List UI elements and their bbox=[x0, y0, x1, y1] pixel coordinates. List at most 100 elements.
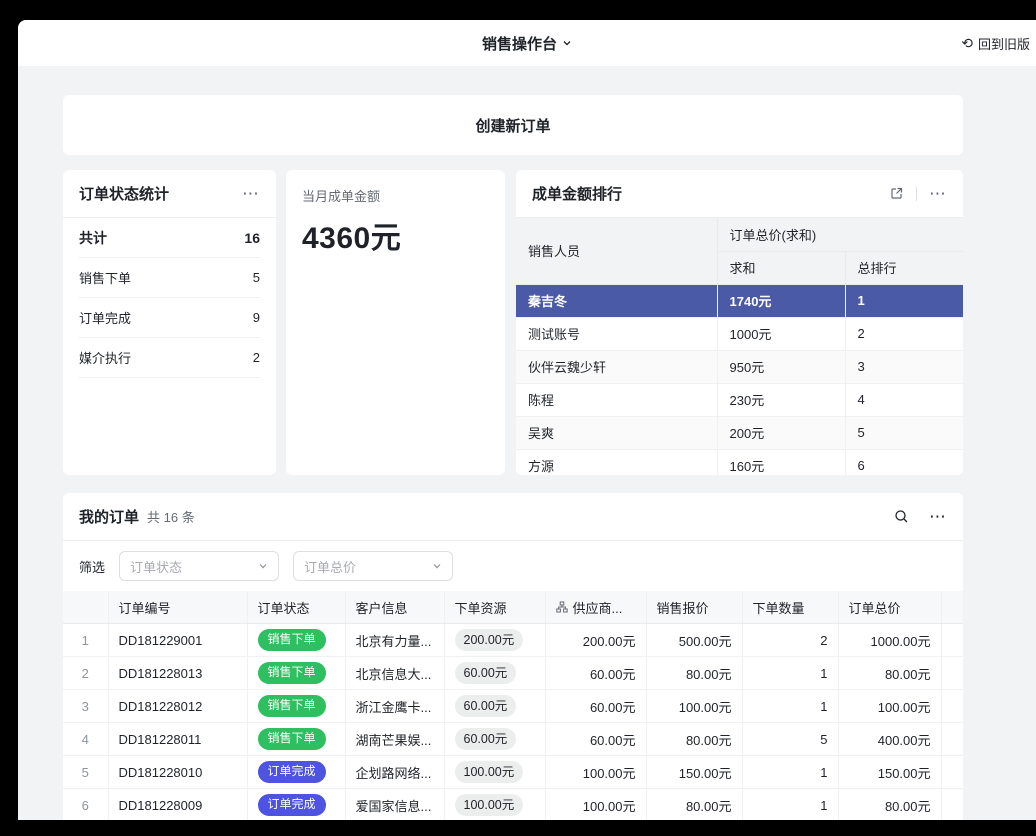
more-icon[interactable]: ⋯ bbox=[929, 185, 947, 202]
sales-quote: 80.00元 bbox=[646, 723, 742, 756]
resource-cell: 60.00元 bbox=[444, 723, 545, 756]
status-cell: 销售下单 bbox=[247, 690, 345, 723]
order-no: DD181228013 bbox=[108, 657, 247, 690]
order-qty: 1 bbox=[742, 690, 838, 723]
status-label: 订单完成 bbox=[79, 308, 131, 327]
filter-label: 筛选 bbox=[79, 557, 105, 576]
person-name: 测试账号 bbox=[516, 317, 717, 350]
filter-order-status-select[interactable]: 订单状态 bbox=[119, 551, 279, 581]
ranking-row[interactable]: 秦吉冬 1740元 1 bbox=[516, 284, 963, 317]
back-link-label: 回到旧版 bbox=[978, 34, 1030, 53]
amount-title: 当月成单金额 bbox=[302, 186, 489, 205]
col-header-extra bbox=[941, 591, 963, 624]
col-header-total: 订单总价 bbox=[838, 591, 941, 624]
order-qty: 1 bbox=[742, 657, 838, 690]
col-header-quote: 销售报价 bbox=[646, 591, 742, 624]
order-row[interactable]: 3 DD181228012 销售下单 浙江金鹰卡... 60.00元 60.00… bbox=[63, 690, 963, 723]
supplier-price: 200.00元 bbox=[545, 624, 646, 657]
status-value: 2 bbox=[253, 350, 260, 365]
col-header-row-number bbox=[63, 591, 108, 624]
back-to-old-version-link[interactable]: ⟲ 回到旧版 bbox=[961, 20, 1030, 66]
row-number: 1 bbox=[63, 624, 108, 657]
status-cell: 订单完成 bbox=[247, 789, 345, 821]
col-header-total-group: 订单总价(求和) bbox=[717, 218, 963, 251]
sales-quote: 100.00元 bbox=[646, 690, 742, 723]
status-badge: 订单完成 bbox=[258, 761, 326, 783]
order-row[interactable]: 6 DD181228009 订单完成 爱国家信息... 100.00元 100.… bbox=[63, 789, 963, 821]
col-header-qty: 下单数量 bbox=[742, 591, 838, 624]
more-icon[interactable]: ⋯ bbox=[242, 185, 260, 202]
col-header-rank: 总排行 bbox=[845, 251, 963, 284]
status-cell: 销售下单 bbox=[247, 657, 345, 690]
resource-pill: 100.00元 bbox=[455, 794, 524, 816]
search-icon[interactable] bbox=[894, 509, 909, 524]
resource-cell: 60.00元 bbox=[444, 657, 545, 690]
sales-quote: 80.00元 bbox=[646, 789, 742, 821]
status-row[interactable]: 订单完成 9 bbox=[79, 298, 260, 338]
status-label: 销售下单 bbox=[79, 268, 131, 287]
person-rank: 3 bbox=[845, 350, 963, 383]
person-sum: 230元 bbox=[717, 383, 845, 416]
customer: 浙江金鹰卡... bbox=[345, 690, 444, 723]
order-total: 1000.00元 bbox=[838, 624, 941, 657]
resource-pill: 60.00元 bbox=[455, 662, 517, 684]
divider bbox=[916, 187, 917, 201]
ranking-row[interactable]: 方源 160元 6 bbox=[516, 449, 963, 475]
col-header-status: 订单状态 bbox=[247, 591, 345, 624]
ranking-row[interactable]: 测试账号 1000元 2 bbox=[516, 317, 963, 350]
order-row[interactable]: 4 DD181228011 销售下单 湖南芒果娱... 60.00元 60.00… bbox=[63, 723, 963, 756]
order-qty: 1 bbox=[742, 789, 838, 821]
supplier-price: 100.00元 bbox=[545, 756, 646, 789]
status-list: 共计 16 销售下单 5 订单完成 9 媒介执行 2 bbox=[63, 218, 276, 378]
resource-pill: 60.00元 bbox=[455, 695, 517, 717]
status-badge: 订单完成 bbox=[258, 794, 326, 816]
order-row[interactable]: 1 DD181229001 销售下单 北京有力量... 200.00元 200.… bbox=[63, 624, 963, 657]
sales-quote: 150.00元 bbox=[646, 756, 742, 789]
order-no: DD181228009 bbox=[108, 789, 247, 821]
status-cell: 订单完成 bbox=[247, 756, 345, 789]
status-row-total[interactable]: 共计 16 bbox=[79, 218, 260, 258]
page-title: 销售操作台 bbox=[482, 33, 557, 54]
status-badge: 销售下单 bbox=[258, 662, 326, 684]
customer: 湖南芒果娱... bbox=[345, 723, 444, 756]
export-icon[interactable] bbox=[889, 186, 904, 201]
supplier-price: 60.00元 bbox=[545, 657, 646, 690]
more-icon[interactable]: ⋯ bbox=[929, 508, 947, 525]
filter-order-total-select[interactable]: 订单总价 bbox=[293, 551, 453, 581]
order-total: 400.00元 bbox=[838, 723, 941, 756]
orders-table: 订单编号 订单状态 客户信息 下单资源 供应商... 销售报价 下单数量 bbox=[63, 591, 963, 820]
status-row[interactable]: 媒介执行 2 bbox=[79, 338, 260, 378]
supplier-price: 60.00元 bbox=[545, 690, 646, 723]
person-sum: 1000元 bbox=[717, 317, 845, 350]
status-value: 5 bbox=[253, 270, 260, 285]
status-row[interactable]: 销售下单 5 bbox=[79, 258, 260, 298]
customer: 爱国家信息... bbox=[345, 789, 444, 821]
col-header-person: 销售人员 bbox=[516, 218, 717, 284]
card-title: 成单金额排行 bbox=[532, 183, 622, 204]
extra-cell bbox=[941, 789, 963, 821]
order-qty: 1 bbox=[742, 756, 838, 789]
person-sum: 200元 bbox=[717, 416, 845, 449]
person-sum: 160元 bbox=[717, 449, 845, 475]
col-header-supplier: 供应商... bbox=[545, 591, 646, 624]
customer: 北京信息大... bbox=[345, 657, 444, 690]
order-row[interactable]: 2 DD181228013 销售下单 北京信息大... 60.00元 60.00… bbox=[63, 657, 963, 690]
resource-cell: 200.00元 bbox=[444, 624, 545, 657]
resource-pill: 60.00元 bbox=[455, 728, 517, 750]
create-order-label: 创建新订单 bbox=[475, 115, 550, 136]
create-order-button[interactable]: 创建新订单 bbox=[63, 95, 963, 155]
my-orders-card: 我的订单 共 16 条 ⋯ 筛选 订单状态 订单总价 bbox=[63, 493, 963, 820]
order-total: 150.00元 bbox=[838, 756, 941, 789]
order-row[interactable]: 5 DD181228010 订单完成 企划路网络... 100.00元 100.… bbox=[63, 756, 963, 789]
hierarchy-icon bbox=[556, 601, 568, 613]
status-label: 媒介执行 bbox=[79, 348, 131, 367]
restore-icon: ⟲ bbox=[961, 36, 973, 50]
ranking-row[interactable]: 吴爽 200元 5 bbox=[516, 416, 963, 449]
ranking-row[interactable]: 伙伴云魏少轩 950元 3 bbox=[516, 350, 963, 383]
card-title: 订单状态统计 bbox=[79, 183, 169, 204]
status-cell: 销售下单 bbox=[247, 723, 345, 756]
workspace-switcher[interactable]: 销售操作台 bbox=[482, 33, 572, 54]
ranking-row[interactable]: 陈程 230元 4 bbox=[516, 383, 963, 416]
sales-ranking-card: 成单金额排行 ⋯ 销售人员 订单总价(求和) 求和 总排行 bbox=[516, 170, 963, 475]
row-number: 3 bbox=[63, 690, 108, 723]
